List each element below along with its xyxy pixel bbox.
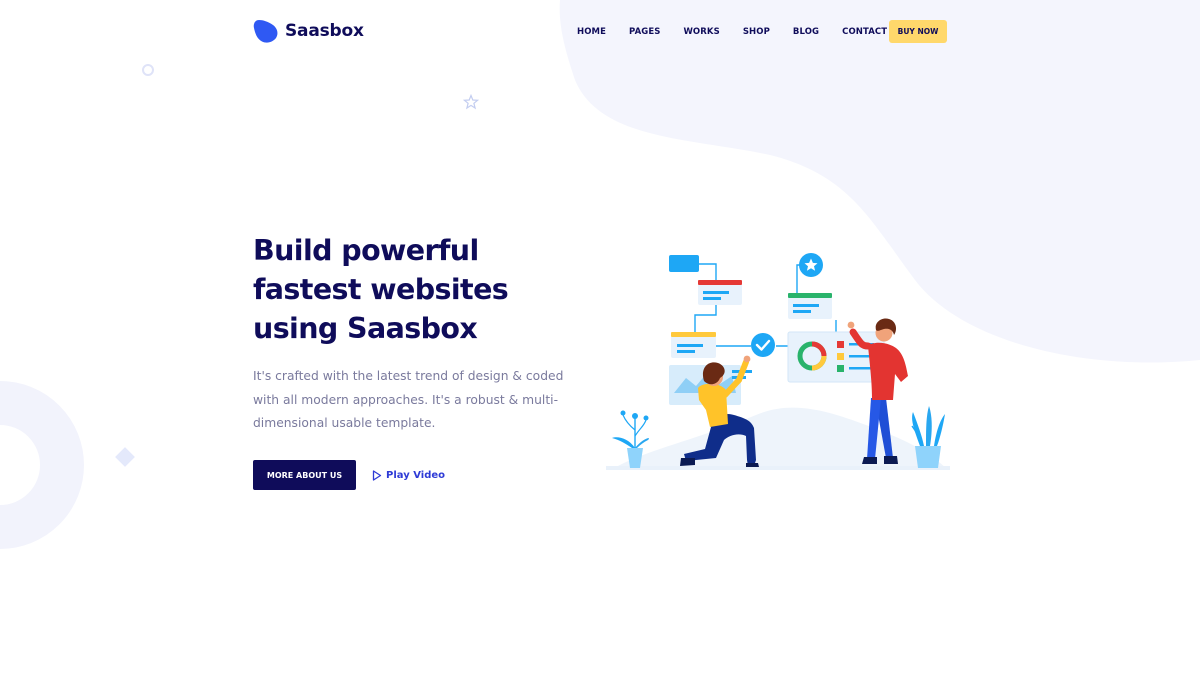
logo-blob-icon xyxy=(253,20,278,43)
diamond-decoration xyxy=(115,447,135,467)
nav-pages[interactable]: PAGES xyxy=(629,27,660,37)
hero-title-line: using Saasbox xyxy=(253,312,478,345)
hero-description: It's crafted with the latest trend of de… xyxy=(253,365,583,436)
hero-description-line: It's crafted with the latest trend of de… xyxy=(253,369,564,383)
background-blob xyxy=(0,0,1200,549)
main-nav: HOME PAGES WORKS SHOP BLOG CONTACT xyxy=(577,20,910,44)
play-triangle-icon xyxy=(372,469,382,481)
brand-logo[interactable]: Saasbox xyxy=(253,18,364,44)
star-decoration xyxy=(463,94,479,110)
hero-title-line: fastest websites xyxy=(253,273,509,306)
hero-title-line: Build powerful xyxy=(253,234,479,267)
nav-home[interactable]: HOME xyxy=(577,27,606,37)
nav-contact[interactable]: CONTACT xyxy=(842,27,887,37)
ring-decoration xyxy=(142,64,154,76)
nav-shop[interactable]: SHOP xyxy=(743,27,770,37)
more-about-us-button[interactable]: MORE ABOUT US xyxy=(253,460,356,490)
brand-name: Saasbox xyxy=(285,21,364,41)
hero-title: Build powerful fastest websites using Sa… xyxy=(253,231,573,348)
hero-illustration xyxy=(606,253,950,470)
nav-blog[interactable]: BLOG xyxy=(793,27,819,37)
hero-description-line: with all modern approaches. It's a robus… xyxy=(253,392,559,407)
buy-now-button[interactable]: BUY NOW xyxy=(889,20,947,43)
play-video-label: Play Video xyxy=(386,469,445,481)
nav-works[interactable]: WORKS xyxy=(683,27,719,37)
play-video-link[interactable]: Play Video xyxy=(372,467,445,483)
hero-description-line: dimensional usable template. xyxy=(253,416,436,430)
